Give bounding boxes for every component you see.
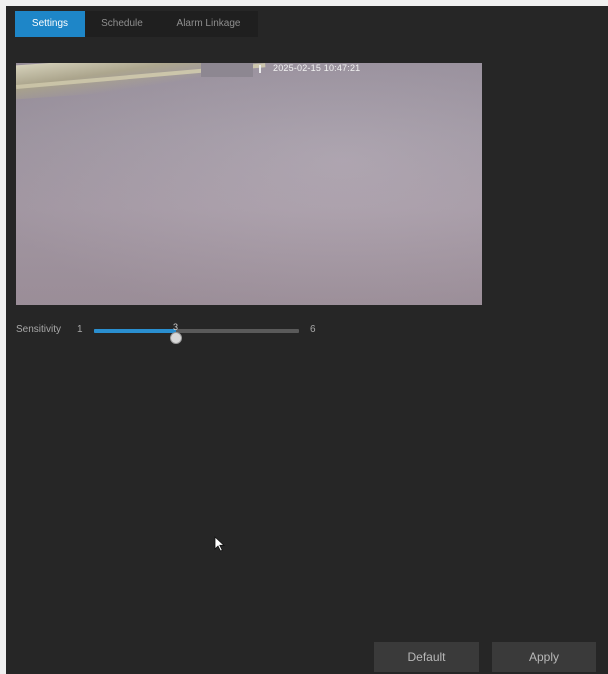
sensitivity-value: 3 bbox=[173, 322, 179, 332]
sensitivity-slider-thumb[interactable] bbox=[170, 332, 182, 344]
default-button[interactable]: Default bbox=[374, 642, 479, 672]
sensitivity-slider[interactable]: 3 bbox=[94, 322, 299, 344]
sensitivity-slider-fill bbox=[94, 329, 176, 333]
sensitivity-max-label: 6 bbox=[310, 324, 316, 335]
sensitivity-row: Sensitivity 1 3 6 bbox=[16, 322, 336, 344]
motion-settings-panel: Settings Schedule Alarm Linkage 2025-02-… bbox=[6, 6, 608, 674]
tab-settings[interactable]: Settings bbox=[15, 11, 85, 37]
sensitivity-min-label: 1 bbox=[77, 324, 83, 335]
mouse-cursor-icon bbox=[214, 536, 226, 552]
preview-shading bbox=[16, 63, 482, 305]
osd-marker bbox=[259, 65, 261, 73]
tab-schedule[interactable]: Schedule bbox=[85, 11, 159, 37]
tab-bar: Settings Schedule Alarm Linkage bbox=[15, 11, 258, 37]
apply-button[interactable]: Apply bbox=[492, 642, 596, 672]
privacy-mask bbox=[201, 63, 253, 77]
preview-timestamp: 2025-02-15 10:47:21 bbox=[273, 63, 361, 73]
tab-alarm-linkage[interactable]: Alarm Linkage bbox=[159, 11, 258, 37]
sensitivity-label: Sensitivity bbox=[16, 324, 62, 335]
camera-preview[interactable]: 2025-02-15 10:47:21 bbox=[16, 63, 482, 305]
